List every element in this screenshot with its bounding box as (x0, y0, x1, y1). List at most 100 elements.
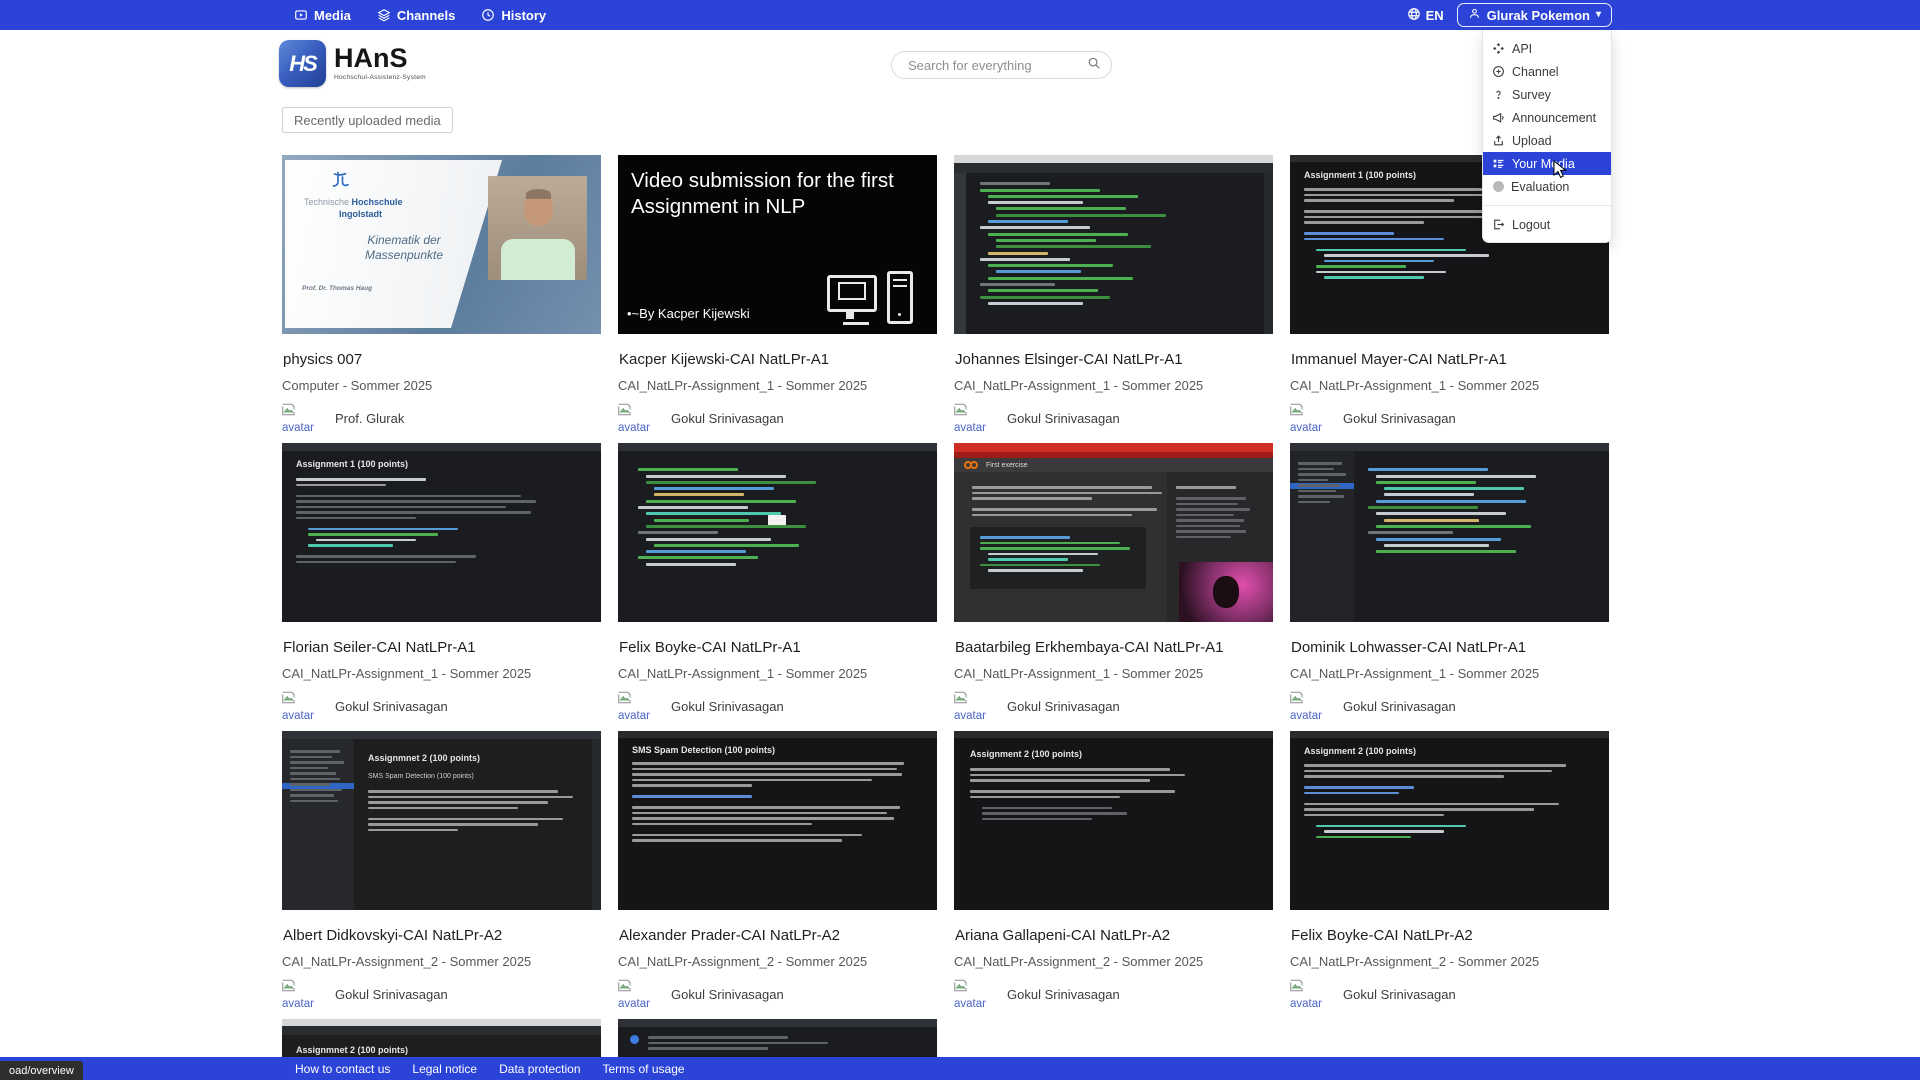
media-card: First exercise Baatarbileg Erkhembaya-CA… (954, 443, 1273, 731)
avatar: avatar (954, 979, 994, 1010)
avatar-alt-label: avatar (282, 710, 314, 722)
card-title[interactable]: Felix Boyke-CAI NatLPr-A2 (1291, 927, 1608, 946)
uploader-name[interactable]: Gokul Srinivasagan (671, 411, 784, 426)
card-title[interactable]: Albert Didkovskyi-CAI NatLPr-A2 (283, 927, 600, 946)
media-card: Video submission for the first Assignmen… (618, 155, 937, 443)
logout-icon (1492, 218, 1505, 231)
card-uploader-row: avatar Gokul Srinivasagan (618, 403, 937, 434)
uploader-name[interactable]: Gokul Srinivasagan (1007, 411, 1120, 426)
footer-link-how-to-contact-us[interactable]: How to contact us (295, 1062, 390, 1076)
video-thumbnail[interactable] (618, 443, 937, 622)
card-uploader-row: avatar Prof. Glurak (282, 403, 601, 434)
card-title[interactable]: Dominik Lohwasser-CAI NatLPr-A1 (1291, 639, 1608, 658)
upload-icon (1492, 134, 1505, 147)
menu-item-channel[interactable]: Channel (1483, 60, 1611, 83)
uploader-name[interactable]: Gokul Srinivasagan (335, 699, 448, 714)
footer-link-data-protection[interactable]: Data protection (499, 1062, 580, 1076)
media-card: SMS Spam Detection (100 points) Alexande… (618, 731, 937, 1019)
globe-icon (1407, 7, 1421, 24)
nav-item-history[interactable]: History (481, 8, 546, 23)
brand-logo[interactable]: HS HAnS Hochschul-Assistenz-System (279, 40, 426, 87)
broken-image-icon (282, 979, 297, 997)
page: Media Channels History EN Glurak Pokemon ▾… (0, 0, 1920, 1080)
video-thumbnail[interactable]: Assignment 2 (100 points) (1290, 731, 1609, 910)
card-title[interactable]: Johannes Elsinger-CAI NatLPr-A1 (955, 351, 1272, 370)
uploader-name[interactable]: Gokul Srinivasagan (671, 987, 784, 1002)
uploader-name[interactable]: Gokul Srinivasagan (335, 987, 448, 1002)
broken-image-icon (618, 403, 633, 421)
menu-item-upload[interactable]: Upload (1483, 129, 1611, 152)
video-thumbnail[interactable] (1290, 443, 1609, 622)
uploader-name[interactable]: Gokul Srinivasagan (1343, 987, 1456, 1002)
survey-icon (1492, 88, 1505, 101)
avatar-alt-label: avatar (1290, 710, 1322, 722)
card-title[interactable]: Immanuel Mayer-CAI NatLPr-A1 (1291, 351, 1608, 370)
menu-item-api[interactable]: API (1483, 37, 1611, 60)
footer-link-legal-notice[interactable]: Legal notice (412, 1062, 477, 1076)
card-subtitle: CAI_NatLPr-Assignment_1 - Sommer 2025 (954, 666, 1273, 681)
uploader-name[interactable]: Gokul Srinivasagan (1343, 411, 1456, 426)
card-title[interactable]: Ariana Gallapeni-CAI NatLPr-A2 (955, 927, 1272, 946)
video-thumbnail[interactable]: Technische HochschuleIngolstadt Kinemati… (282, 155, 601, 334)
app-logo-dot (630, 1035, 639, 1044)
chevron-down-icon: ▾ (1596, 10, 1601, 20)
menu-item-announcement[interactable]: Announcement (1483, 106, 1611, 129)
evaluation-dot-icon (1493, 181, 1504, 192)
nav-item-channels[interactable]: Channels (377, 8, 456, 23)
menu-item-survey[interactable]: Survey (1483, 83, 1611, 106)
card-title[interactable]: Florian Seiler-CAI NatLPr-A1 (283, 639, 600, 658)
video-thumbnail[interactable] (954, 155, 1273, 334)
video-thumbnail[interactable]: Assignment 2 (100 points) (954, 731, 1273, 910)
broken-image-icon (618, 979, 633, 997)
user-menu-button[interactable]: Glurak Pokemon ▾ (1457, 3, 1612, 27)
media-card: Technische HochschuleIngolstadt Kinemati… (282, 155, 601, 443)
media-card: Dominik Lohwasser-CAI NatLPr-A1 CAI_NatL… (1290, 443, 1609, 731)
card-uploader-row: avatar Gokul Srinivasagan (618, 979, 937, 1010)
webcam-overlay (1179, 562, 1273, 622)
card-uploader-row: avatar Gokul Srinivasagan (618, 691, 937, 722)
video-thumbnail[interactable]: Video submission for the first Assignmen… (618, 155, 937, 334)
uploader-name[interactable]: Gokul Srinivasagan (1007, 699, 1120, 714)
thi-logo-icon (328, 169, 352, 193)
uploader-name[interactable]: Gokul Srinivasagan (1007, 987, 1120, 1002)
card-title[interactable]: Baatarbileg Erkhembaya-CAI NatLPr-A1 (955, 639, 1272, 658)
avatar-alt-label: avatar (618, 710, 650, 722)
search-input[interactable] (906, 57, 1087, 74)
menu-item-evaluation[interactable]: Evaluation (1483, 175, 1611, 198)
card-subtitle: CAI_NatLPr-Assignment_2 - Sommer 2025 (618, 954, 937, 969)
card-title[interactable]: Alexander Prader-CAI NatLPr-A2 (619, 927, 936, 946)
card-title[interactable]: Felix Boyke-CAI NatLPr-A1 (619, 639, 936, 658)
card-title[interactable]: physics 007 (283, 351, 600, 370)
video-thumbnail[interactable]: First exercise (954, 443, 1273, 622)
video-thumbnail[interactable]: Assignment 1 (100 points) (282, 443, 601, 622)
uploader-name[interactable]: Gokul Srinivasagan (671, 699, 784, 714)
search-icon[interactable] (1087, 56, 1101, 75)
card-subtitle: CAI_NatLPr-Assignment_2 - Sommer 2025 (1290, 954, 1609, 969)
media-icon (294, 8, 308, 22)
broken-image-icon (1290, 691, 1305, 709)
footer-link-terms-of-usage[interactable]: Terms of usage (603, 1062, 685, 1076)
broken-image-icon (954, 691, 969, 709)
video-thumbnail[interactable]: SMS Spam Detection (100 points) (618, 731, 937, 910)
footer: How to contact us Legal notice Data protec… (0, 1057, 1920, 1080)
nav-item-media[interactable]: Media (294, 8, 351, 23)
language-switch[interactable]: EN (1407, 7, 1444, 24)
recently-uploaded-chip[interactable]: Recently uploaded media (282, 107, 453, 133)
avatar-alt-label: avatar (282, 422, 314, 434)
announcement-icon (1492, 111, 1505, 124)
card-title[interactable]: Kacper Kijewski-CAI NatLPr-A1 (619, 351, 936, 370)
avatar-alt-label: avatar (618, 422, 650, 434)
broken-image-icon (1290, 979, 1305, 997)
broken-image-icon (954, 979, 969, 997)
uploader-name[interactable]: Prof. Glurak (335, 411, 404, 426)
avatar-alt-label: avatar (954, 998, 986, 1010)
avatar: avatar (282, 403, 322, 434)
video-thumbnail[interactable]: Assignmnet 2 (100 points) SMS Spam Detec… (282, 731, 601, 910)
menu-item-your-media[interactable]: Your Media (1483, 152, 1611, 175)
avatar-alt-label: avatar (282, 998, 314, 1010)
top-navbar: Media Channels History EN Glurak Pokemon ▾ (0, 0, 1920, 30)
uploader-name[interactable]: Gokul Srinivasagan (1343, 699, 1456, 714)
broken-image-icon (282, 691, 297, 709)
media-card: Assignment 2 (100 points) Ariana Gallape… (954, 731, 1273, 1019)
menu-item-logout[interactable]: Logout (1483, 213, 1611, 236)
